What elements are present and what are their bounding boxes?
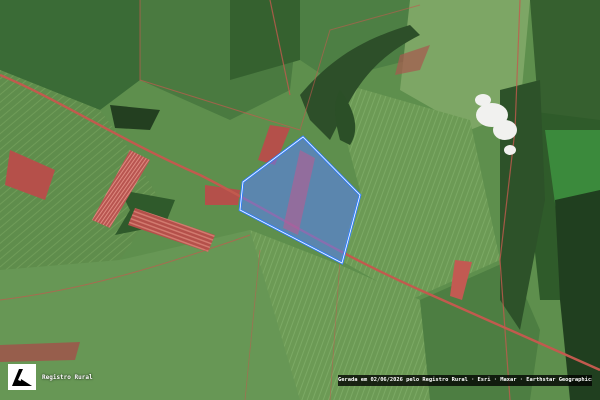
map-attribution: Gerada em 02/06/2026 pelo Registro Rural… <box>338 375 592 386</box>
brand-name: Registro Rural <box>42 373 93 381</box>
satellite-map[interactable] <box>0 0 600 400</box>
brand-logo[interactable]: Registro Rural <box>8 364 93 390</box>
registro-rural-logo-icon <box>8 364 36 390</box>
bare-soil-8 <box>0 342 80 362</box>
